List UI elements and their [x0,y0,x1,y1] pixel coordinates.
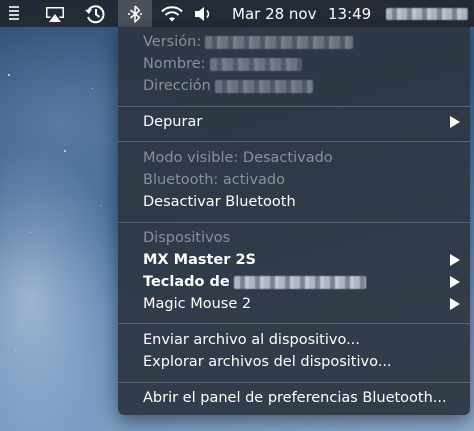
address-row: Dirección [118,75,470,97]
device-magic-mouse-2[interactable]: Magic Mouse 2 [118,293,470,315]
menubar-date[interactable]: Mar 28 nov [232,0,330,27]
name-label: Nombre: [143,56,206,72]
device-label: Magic Mouse 2 [143,296,252,312]
submenu-arrow-icon [450,276,460,288]
visible-mode-label: Modo visible: Desactivado [143,150,333,166]
airplay-icon[interactable] [42,0,68,27]
open-preferences-label: Abrir el panel de preferencias Bluetooth… [143,390,447,406]
time-machine-icon[interactable] [82,0,108,27]
device-keyboard[interactable]: Teclado de [118,271,470,293]
device-label: Teclado de [143,274,230,290]
bluetooth-status-row: Bluetooth: activado [118,169,470,191]
redacted-name [209,57,302,71]
device-mx-master-2s[interactable]: MX Master 2S [118,249,470,271]
send-file-label: Enviar archivo al dispositivo... [143,332,360,348]
device-label: MX Master 2S [143,252,256,268]
separator [118,323,470,324]
menubar-time[interactable]: 13:49 [328,0,374,27]
devices-header-label: Dispositivos [143,230,231,246]
browse-files-menu-item[interactable]: Explorar archivos del dispositivo... [118,351,470,373]
wifi-icon[interactable] [158,0,186,27]
version-label: Versión: [143,34,202,50]
browse-files-label: Explorar archivos del dispositivo... [143,354,392,370]
send-file-menu-item[interactable]: Enviar archivo al dispositivo... [118,329,470,351]
debug-label: Depurar [143,114,203,130]
submenu-arrow-icon [450,254,460,266]
redacted-keyboard-owner [233,275,366,289]
bluetooth-menu: Versión: Nombre: Dirección Depurar Modo … [118,27,470,415]
time-text: 13:49 [328,4,372,23]
submenu-arrow-icon [450,116,460,128]
separator [118,222,470,223]
date-text: Mar 28 nov [232,4,317,23]
separator [118,141,470,142]
separator [118,382,470,383]
devices-header: Dispositivos [118,227,470,249]
disable-bluetooth-label: Desactivar Bluetooth [143,194,296,210]
separator [118,106,470,107]
debug-menu-item[interactable]: Depurar [118,111,470,133]
submenu-arrow-icon [450,298,460,310]
address-label: Dirección [143,78,211,94]
bluetooth-status-label: Bluetooth: activado [143,172,285,188]
bluetooth-icon[interactable] [118,0,152,27]
battery-list-icon[interactable] [6,0,22,27]
volume-icon[interactable] [192,0,214,27]
open-preferences-menu-item[interactable]: Abrir el panel de preferencias Bluetooth… [118,387,470,409]
redacted-address [214,79,313,93]
disable-bluetooth-menu-item[interactable]: Desactivar Bluetooth [118,191,470,213]
visible-mode-row: Modo visible: Desactivado [118,147,470,169]
version-row: Versión: [118,31,470,53]
menu-bar: Mar 28 nov 13:49 [0,0,474,27]
redacted-user-name[interactable] [384,0,470,27]
name-row: Nombre: [118,53,470,75]
redacted-block [386,7,468,20]
redacted-version [205,35,354,49]
